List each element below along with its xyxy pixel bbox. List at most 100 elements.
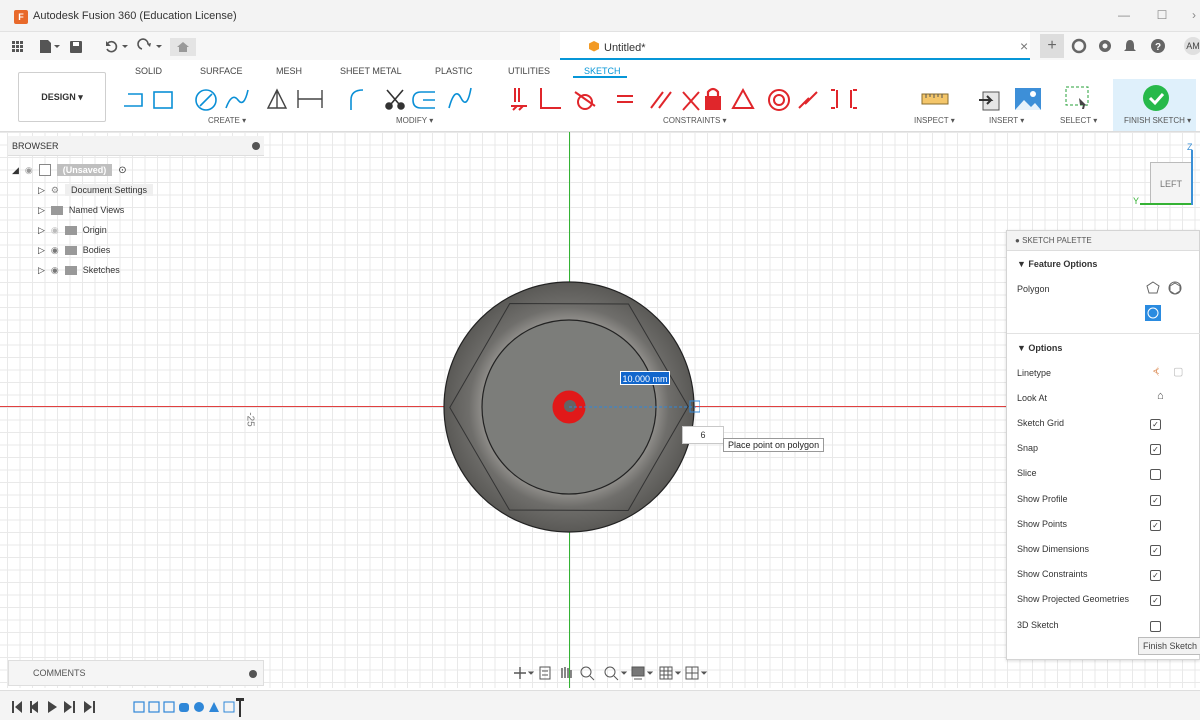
tab-sketch[interactable]: SKETCH	[584, 66, 621, 76]
folder-icon	[64, 225, 77, 235]
finish-sketch-palette-button[interactable]: Finish Sketch	[1138, 637, 1200, 655]
timeline-controls[interactable]	[10, 698, 280, 720]
close-icon[interactable]: ›	[1184, 8, 1200, 26]
palette-option-label: Show Projected Geometries	[1017, 594, 1130, 605]
look-at-label: Look At	[1017, 393, 1048, 403]
finish-sketch-group-label[interactable]: FINISH SKETCH ▾	[1124, 116, 1191, 125]
title-bar: F Autodesk Fusion 360 (Education License…	[0, 0, 1200, 32]
options-header[interactable]: ▼ Options	[1017, 343, 1195, 353]
palette-option-label: 3D Sketch	[1017, 619, 1059, 630]
tab-mesh[interactable]: MESH	[276, 66, 302, 76]
insert-tools-icons[interactable]	[977, 84, 1047, 114]
feature-options-header[interactable]: ▼ Feature Options	[1017, 259, 1195, 269]
tab-sheet-metal[interactable]: SHEET METAL	[340, 66, 402, 76]
expand-triangle-icon[interactable]: ▷	[38, 245, 45, 256]
view-cube[interactable]: LEFT	[1150, 162, 1192, 204]
measure-icon[interactable]	[920, 84, 950, 114]
root-component-label[interactable]: (Unsaved)	[56, 164, 113, 176]
header-utility-icons[interactable]: ?	[1070, 37, 1180, 55]
navigation-bar[interactable]	[510, 662, 720, 684]
tab-sketch-underline	[573, 76, 627, 78]
pin-icon[interactable]	[252, 141, 260, 150]
workspace-design-button[interactable]: DESIGN ▾	[18, 72, 106, 122]
palette-option-checkbox[interactable]: ✓	[1150, 570, 1161, 582]
centerline-linetype-icon[interactable]: ▢	[1173, 365, 1183, 378]
document-box-icon	[589, 41, 599, 52]
expand-triangle-icon[interactable]: ▷	[38, 225, 45, 236]
browser-item-sketches[interactable]: ▷ ◉ Sketches	[8, 260, 264, 280]
tab-solid[interactable]: SOLID	[135, 66, 162, 76]
fusion-app-icon: F	[14, 10, 28, 24]
visibility-eye-icon[interactable]: ◉	[51, 265, 59, 276]
quick-access-toolbar: Untitled* × + ? AM	[0, 32, 1200, 60]
component-icon	[38, 164, 51, 176]
palette-option-label: Snap	[1017, 443, 1039, 454]
palette-option-checkbox[interactable]: ✓	[1150, 419, 1161, 430]
polygon-radius-input[interactable]: 10.000 mm	[620, 371, 670, 385]
visibility-eye-icon[interactable]: ◉	[25, 165, 33, 176]
modify-tools-icons[interactable]	[345, 84, 495, 114]
expand-triangle-icon[interactable]: ▷	[38, 265, 45, 276]
folder-icon	[64, 265, 77, 275]
tab-surface[interactable]: SURFACE	[200, 66, 243, 76]
palette-option-checkbox[interactable]: ✓	[1150, 444, 1161, 456]
viewcube-y-label: Y	[1133, 196, 1140, 206]
svg-text:?: ?	[1155, 42, 1161, 53]
polygon-sides-input[interactable]: 6	[682, 426, 724, 444]
browser-item-document-settings[interactable]: ▷ ⚙ Document Settings	[8, 180, 264, 200]
browser-item-origin[interactable]: ▷ ◉ Origin	[8, 220, 264, 240]
user-avatar[interactable]: AM	[1184, 37, 1200, 55]
insert-group-label[interactable]: INSERT ▾	[989, 116, 1024, 125]
palette-pin-icon[interactable]: ●	[1015, 236, 1020, 245]
palette-option-checkbox[interactable]: ✓	[1150, 595, 1161, 607]
minimize-icon[interactable]: —	[1114, 8, 1134, 26]
maximize-icon[interactable]: ☐	[1152, 8, 1172, 26]
expand-triangle-icon[interactable]: ▷	[38, 185, 45, 196]
browser-item-label: Bodies	[82, 245, 111, 255]
palette-option-checkbox[interactable]	[1150, 620, 1161, 632]
sketch-palette-header: ● SKETCH PALETTE	[1007, 231, 1199, 251]
palette-option-checkbox[interactable]: ✓	[1150, 519, 1161, 531]
browser-item-bodies[interactable]: ▷ ◉ Bodies	[8, 240, 264, 260]
create-group-label[interactable]: CREATE ▾	[208, 116, 246, 125]
polygon-type-icons[interactable]	[1145, 279, 1185, 327]
constraints-tools-icons[interactable]	[505, 84, 890, 114]
hex-nut-body	[443, 281, 700, 533]
expand-triangle-icon[interactable]: ▷	[38, 205, 45, 216]
palette-option-checkbox[interactable]: ✓	[1150, 494, 1161, 506]
palette-option-label: Show Points	[1017, 518, 1068, 529]
browser-root[interactable]: ◢ ◉ (Unsaved) ⊙	[8, 160, 264, 180]
browser-item-named-views[interactable]: ▷ Named Views	[8, 200, 264, 220]
collapse-triangle-icon[interactable]: ◢	[12, 165, 19, 176]
comments-panel[interactable]: COMMENTS	[8, 660, 264, 686]
construction-linetype-icon[interactable]: ⦓	[1153, 365, 1159, 378]
finish-sketch-check-icon[interactable]	[1142, 84, 1170, 112]
quick-access-icons[interactable]	[10, 38, 200, 56]
hidden-eye-icon[interactable]: ◉	[51, 225, 59, 236]
palette-option-label: Show Constraints	[1017, 569, 1088, 580]
palette-option-label: Slice	[1017, 468, 1037, 479]
timeline-bar	[0, 690, 1200, 720]
constraints-group-label[interactable]: CONSTRAINTS ▾	[663, 116, 727, 125]
comments-pin-icon[interactable]	[249, 670, 257, 678]
palette-option-checkbox[interactable]: ✓	[1150, 545, 1161, 556]
activate-radio-icon[interactable]: ⊙	[118, 165, 126, 176]
select-icon[interactable]	[1063, 84, 1093, 114]
close-tab-icon[interactable]: ×	[1020, 38, 1028, 54]
tab-utilities[interactable]: UTILITIES	[508, 66, 550, 76]
placement-tooltip: Place point on polygon	[723, 438, 825, 452]
inspect-group-label[interactable]: INSPECT ▾	[914, 116, 955, 125]
sketch-palette-title: SKETCH PALETTE	[1022, 236, 1092, 245]
new-tab-icon[interactable]: +	[1040, 34, 1064, 58]
browser-item-label: Origin	[82, 225, 107, 235]
modify-group-label[interactable]: MODIFY ▾	[396, 116, 433, 125]
visibility-eye-icon[interactable]: ◉	[51, 245, 59, 256]
select-group-label[interactable]: SELECT ▾	[1060, 116, 1097, 125]
gear-icon: ⚙	[50, 184, 59, 195]
palette-option-checkbox[interactable]	[1150, 469, 1161, 481]
create-tools-icons[interactable]	[118, 84, 338, 114]
tab-plastic[interactable]: PLASTIC	[435, 66, 473, 76]
comments-title: COMMENTS	[33, 668, 86, 678]
viewcube-z-axis	[1191, 150, 1193, 205]
look-at-icon[interactable]: ⌂	[1157, 390, 1164, 402]
